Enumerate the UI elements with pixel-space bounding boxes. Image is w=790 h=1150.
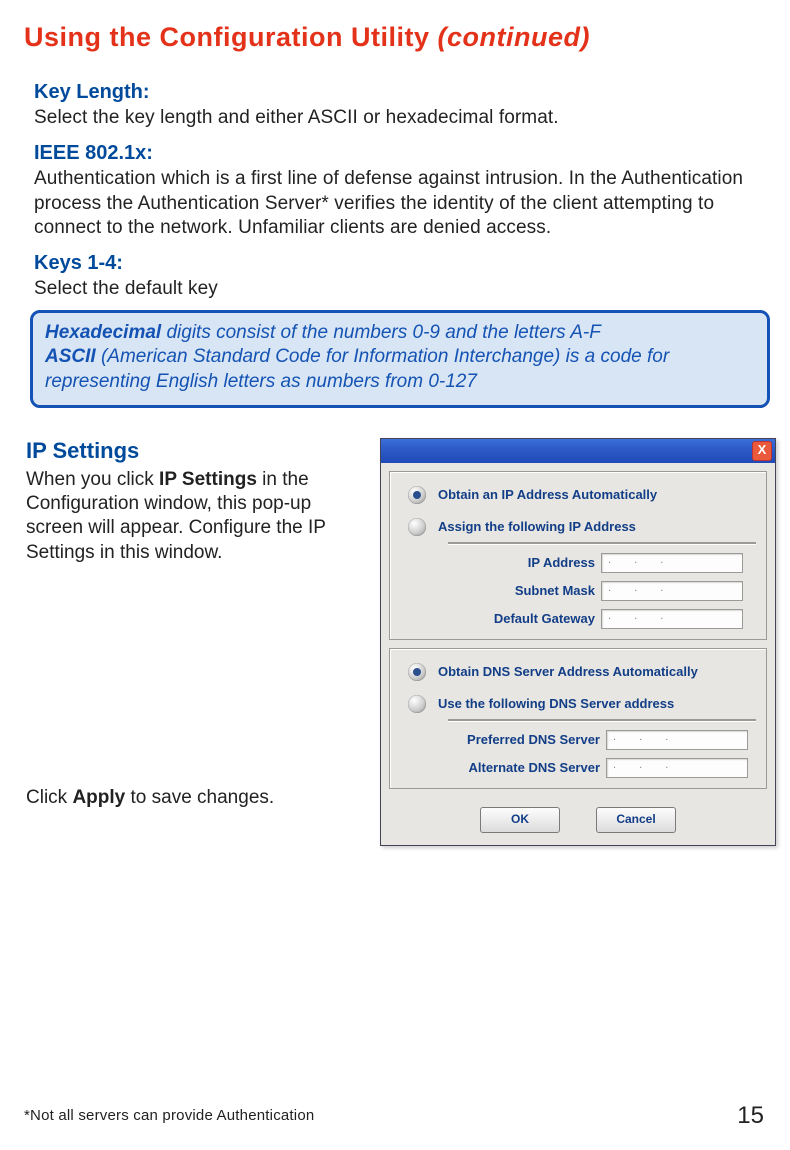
apply-2: to save changes. <box>125 787 274 808</box>
callout-hex-bold: Hexadecimal <box>45 322 161 343</box>
apply-paragraph: Click Apply to save changes. <box>26 787 366 809</box>
close-button[interactable]: X <box>752 441 772 461</box>
title-main: Using the Configuration Utility <box>24 22 437 52</box>
ieee-label: IEEE 802.1x: <box>34 142 776 165</box>
input-ip-address[interactable]: . . . <box>601 553 743 573</box>
radio-assign-ip[interactable] <box>408 518 426 536</box>
dialog-button-row: OK Cancel <box>381 797 775 845</box>
cancel-button[interactable]: Cancel <box>596 807 676 833</box>
ip-para-1: When you click <box>26 469 159 490</box>
label-alternate-dns: Alternate DNS Server <box>460 760 600 775</box>
info-callout: Hexadecimal digits consist of the number… <box>30 310 770 408</box>
label-use-dns: Use the following DNS Server address <box>438 696 674 711</box>
radio-use-dns[interactable] <box>408 695 426 713</box>
radio-obtain-dns[interactable] <box>408 663 426 681</box>
ok-button[interactable]: OK <box>480 807 560 833</box>
page-title: Using the Configuration Utility (continu… <box>24 22 776 53</box>
input-default-gateway[interactable]: . . . <box>601 609 743 629</box>
ieee-text: Authentication which is a first line of … <box>34 167 776 240</box>
input-alternate-dns[interactable]: . . . <box>606 758 748 778</box>
ip-settings-heading: IP Settings <box>26 438 366 464</box>
callout-ascii-text: (American Standard Code for Information … <box>45 346 669 392</box>
apply-1: Click <box>26 787 72 808</box>
keys14-label: Keys 1-4: <box>34 252 776 275</box>
label-default-gateway: Default Gateway <box>460 611 595 626</box>
group-separator <box>448 542 756 545</box>
keys14-text: Select the default key <box>34 277 776 301</box>
label-subnet-mask: Subnet Mask <box>460 583 595 598</box>
key-length-text: Select the key length and either ASCII o… <box>34 106 776 130</box>
apply-bold: Apply <box>72 787 125 808</box>
key-length-label: Key Length: <box>34 81 776 104</box>
ip-settings-paragraph: When you click IP Settings in the Config… <box>26 468 366 565</box>
label-preferred-dns: Preferred DNS Server <box>460 732 600 747</box>
label-obtain-dns: Obtain DNS Server Address Automatically <box>438 664 698 679</box>
ip-para-bold: IP Settings <box>159 469 257 490</box>
dialog-titlebar: X <box>381 439 775 463</box>
label-obtain-ip: Obtain an IP Address Automatically <box>438 487 657 502</box>
page-number: 15 <box>737 1102 764 1130</box>
input-subnet-mask[interactable]: . . . <box>601 581 743 601</box>
label-assign-ip: Assign the following IP Address <box>438 519 636 534</box>
callout-ascii-bold: ASCII <box>45 346 96 367</box>
ip-address-panel: Obtain an IP Address Automatically Assig… <box>389 471 767 640</box>
label-ip-address: IP Address <box>460 555 595 570</box>
input-preferred-dns[interactable]: . . . <box>606 730 748 750</box>
group-separator <box>448 719 756 722</box>
radio-obtain-ip[interactable] <box>408 486 426 504</box>
footnote: *Not all servers can provide Authenticat… <box>24 1107 314 1124</box>
title-continued: (continued) <box>437 22 589 52</box>
callout-hex-text: digits consist of the numbers 0-9 and th… <box>161 322 601 343</box>
dns-panel: Obtain DNS Server Address Automatically … <box>389 648 767 789</box>
ip-settings-dialog: X Obtain an IP Address Automatically Ass… <box>380 438 776 846</box>
